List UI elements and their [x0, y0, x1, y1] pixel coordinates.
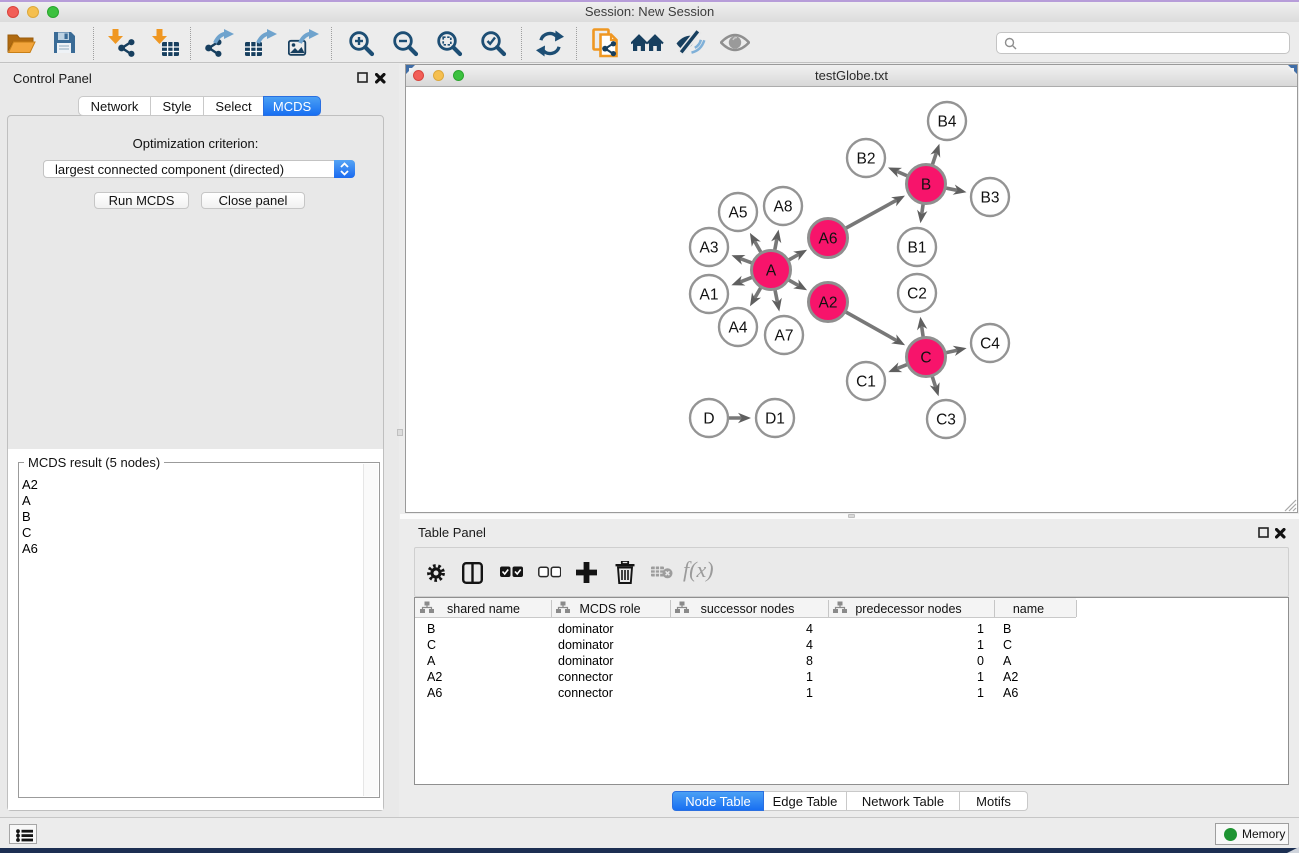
svg-text:C2: C2: [907, 286, 927, 303]
svg-text:A1: A1: [700, 287, 719, 304]
svg-text:A: A: [766, 263, 777, 280]
svg-text:C: C: [920, 350, 931, 367]
svg-text:C4: C4: [980, 336, 1000, 353]
svg-text:C3: C3: [936, 412, 956, 429]
svg-text:A6: A6: [819, 231, 838, 248]
svg-text:B1: B1: [908, 240, 927, 257]
svg-text:D: D: [703, 411, 714, 428]
svg-text:A4: A4: [729, 320, 748, 337]
svg-text:B: B: [921, 177, 931, 194]
svg-text:A2: A2: [819, 295, 838, 312]
svg-text:B4: B4: [938, 114, 957, 131]
svg-text:A5: A5: [729, 205, 748, 222]
svg-text:A7: A7: [775, 328, 794, 345]
svg-text:A8: A8: [774, 199, 793, 216]
svg-text:A3: A3: [700, 240, 719, 257]
svg-text:B2: B2: [857, 151, 876, 168]
svg-text:B3: B3: [981, 190, 1000, 207]
svg-text:D1: D1: [765, 411, 785, 428]
svg-text:C1: C1: [856, 374, 876, 391]
